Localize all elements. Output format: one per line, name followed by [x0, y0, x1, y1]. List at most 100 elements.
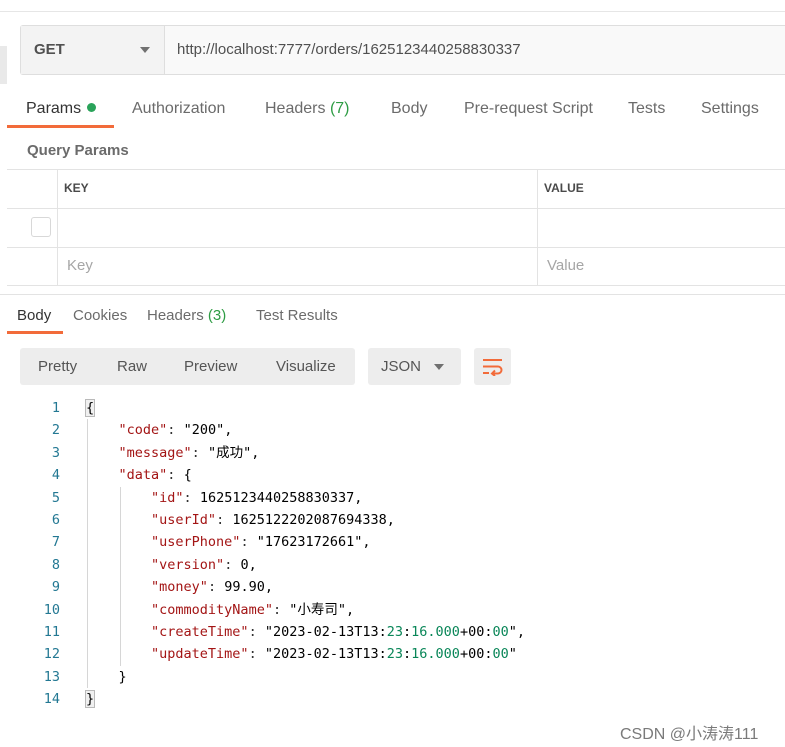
method-select[interactable]: GET — [21, 26, 165, 74]
code-line: 14} — [0, 688, 785, 710]
tab-pre-request-script[interactable]: Pre-request Script — [464, 100, 593, 118]
query-params-title: Query Params — [27, 142, 129, 159]
view-mode-selector: Pretty Raw Preview Visualize — [20, 348, 355, 385]
tab-headers-label: Headers — [265, 100, 326, 117]
row-divider — [7, 285, 785, 286]
query-params-table: KEY VALUE Key Value — [7, 169, 785, 286]
code-text: "id": 1625123440258830337, — [151, 489, 363, 506]
visualize-button[interactable]: Visualize — [276, 358, 336, 375]
response-tab-test-results[interactable]: Test Results — [256, 307, 338, 324]
response-tab-body[interactable]: Body — [17, 307, 51, 324]
indent-guide — [87, 419, 88, 689]
line-number: 5 — [51, 489, 60, 506]
code-text: "userId": 1625122202087694338, — [151, 512, 395, 528]
column-header-key: KEY — [64, 181, 89, 195]
tab-tests-label: Tests — [628, 100, 666, 117]
code-line: 3 "message": "成功", — [0, 442, 785, 464]
code-text: "createTime": "2023-02-13T13:23:16.000+0… — [151, 624, 525, 640]
line-number: 14 — [43, 691, 60, 708]
tab-body-label: Body — [391, 100, 428, 117]
line-number: 4 — [51, 467, 60, 484]
code-line: 7 "userPhone": "17623172661", — [0, 531, 785, 553]
param-checkbox[interactable] — [31, 217, 51, 237]
tab-params[interactable]: Params — [26, 100, 97, 118]
method-label: GET — [34, 41, 65, 58]
response-tab-cookies[interactable]: Cookies — [73, 307, 127, 324]
code-line: 4 "data": { — [0, 464, 785, 486]
response-divider — [0, 294, 785, 295]
line-number: 1 — [51, 400, 60, 416]
active-tab-underline — [7, 125, 114, 128]
params-active-dot-icon — [87, 103, 97, 112]
code-line: 10 "commodityName": "小寿司", — [0, 599, 785, 621]
line-number: 10 — [43, 601, 60, 618]
response-tab-headers-label: Headers — [147, 307, 204, 324]
chevron-down-icon — [140, 47, 150, 53]
column-divider — [57, 170, 58, 285]
code-line: 9 "money": 99.90, — [0, 576, 785, 598]
tab-settings[interactable]: Settings — [701, 100, 759, 118]
tab-pre-request-script-label: Pre-request Script — [464, 100, 593, 117]
tab-headers[interactable]: Headers (7) — [265, 100, 350, 118]
code-line: 1{ — [0, 397, 785, 419]
line-number: 8 — [51, 556, 60, 573]
sidebar-edge — [0, 46, 7, 84]
code-text: "data": { — [118, 467, 192, 484]
code-text: "commodityName": "小寿司", — [151, 601, 355, 618]
column-header-value: VALUE — [544, 181, 584, 195]
response-tab-headers[interactable]: Headers (3) — [147, 307, 226, 324]
request-url-bar: GET http://localhost:7777/orders/1625123… — [20, 25, 785, 75]
line-number: 13 — [43, 668, 60, 685]
preview-button[interactable]: Preview — [184, 358, 237, 375]
format-select[interactable]: JSON — [368, 348, 461, 385]
code-line: 5 "id": 1625123440258830337, — [0, 487, 785, 509]
response-tab-body-label: Body — [17, 307, 52, 324]
line-number: 11 — [43, 624, 60, 640]
raw-button[interactable]: Raw — [117, 358, 147, 375]
row-divider — [7, 247, 785, 248]
tab-authorization[interactable]: Authorization — [132, 100, 225, 118]
line-number: 12 — [43, 646, 60, 663]
indent-guide — [120, 486, 121, 666]
tab-body[interactable]: Body — [391, 100, 427, 118]
line-number: 2 — [51, 422, 60, 439]
code-line: 11 "createTime": "2023-02-13T13:23:16.00… — [0, 621, 785, 643]
code-text: } — [84, 690, 96, 709]
column-divider — [537, 170, 538, 285]
code-line: 6 "userId": 1625122202087694338, — [0, 509, 785, 531]
code-line: 8 "version": 0, — [0, 554, 785, 576]
line-number: 7 — [51, 534, 60, 551]
line-number: 3 — [51, 444, 60, 461]
pretty-button[interactable]: Pretty — [38, 358, 77, 375]
watermark: CSDN @小涛涛111 — [620, 726, 759, 743]
url-input[interactable]: http://localhost:7777/orders/16251234402… — [177, 41, 521, 58]
response-active-tab-underline — [7, 331, 63, 334]
code-text: "message": "成功", — [118, 444, 260, 461]
wrap-lines-icon — [483, 359, 503, 376]
tab-params-label: Params — [26, 100, 82, 117]
tab-authorization-label: Authorization — [132, 100, 226, 117]
chevron-down-icon — [434, 364, 444, 370]
code-text: "version": 0, — [151, 556, 257, 573]
code-text: } — [86, 668, 127, 685]
param-key-input[interactable]: Key — [67, 257, 93, 274]
response-tab-cookies-label: Cookies — [73, 307, 128, 324]
param-value-input[interactable]: Value — [547, 257, 584, 274]
code-line: 12 "updateTime": "2023-02-13T13:23:16.00… — [0, 643, 785, 665]
top-divider — [0, 11, 785, 12]
code-text: "money": 99.90, — [151, 579, 273, 596]
tab-headers-count: (7) — [329, 100, 350, 117]
line-number: 6 — [51, 512, 60, 528]
code-text: "updateTime": "2023-02-13T13:23:16.000+0… — [151, 646, 517, 663]
tab-settings-label: Settings — [701, 100, 759, 117]
code-text: "code": "200", — [118, 422, 233, 439]
response-tab-test-results-label: Test Results — [256, 307, 338, 324]
wrap-lines-button[interactable] — [474, 348, 511, 385]
tab-tests[interactable]: Tests — [628, 100, 665, 118]
code-line: 2 "code": "200", — [0, 419, 785, 441]
code-text: "userPhone": "17623172661", — [151, 534, 371, 551]
format-label: JSON — [381, 358, 422, 375]
code-line: 13 } — [0, 666, 785, 688]
row-divider — [7, 208, 785, 209]
line-number: 9 — [51, 579, 60, 596]
